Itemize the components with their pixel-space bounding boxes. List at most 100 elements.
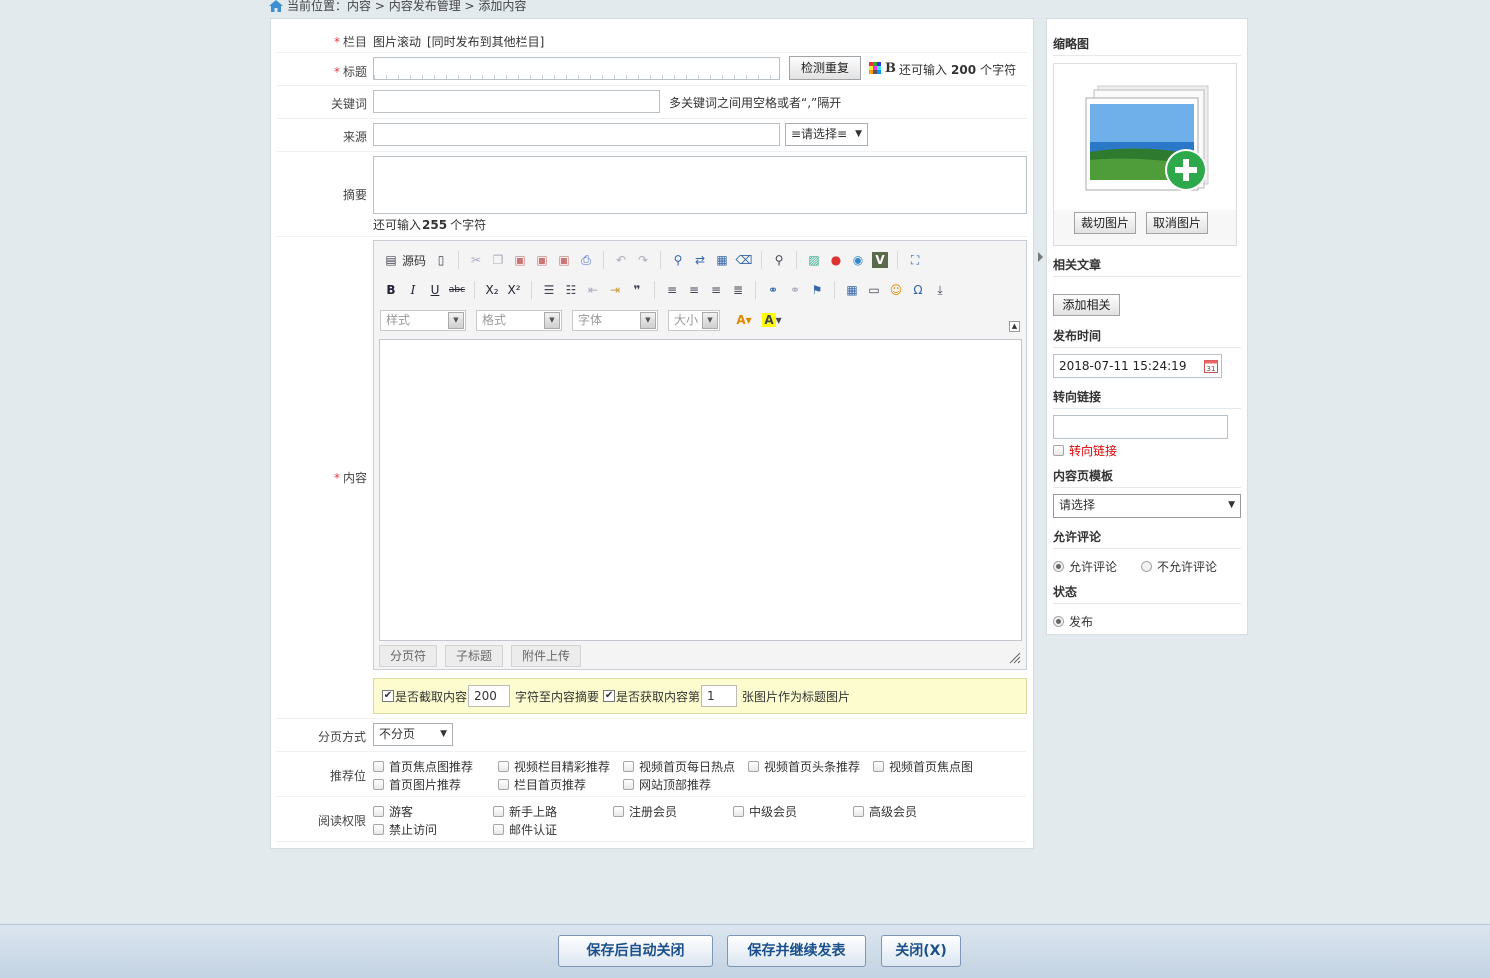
permission-checkbox[interactable]: 注册会员 bbox=[613, 803, 677, 820]
find-icon[interactable]: ⚲ bbox=[667, 249, 689, 271]
paging-select[interactable]: 不分页 ▼ bbox=[373, 723, 453, 746]
permission-checkbox[interactable]: 新手上路 bbox=[493, 803, 557, 820]
position-checkbox[interactable]: 网站顶部推荐 bbox=[623, 776, 711, 793]
cancel-image-button[interactable]: 取消图片 bbox=[1146, 212, 1208, 234]
source-code-icon[interactable]: ▤ bbox=[380, 249, 402, 271]
disallow-comment-radio[interactable]: 不允许评论 bbox=[1141, 558, 1217, 575]
page-break-icon[interactable]: ⤓ bbox=[929, 279, 951, 301]
position-checkbox[interactable]: 栏目首页推荐 bbox=[498, 776, 586, 793]
multi-category-link[interactable]: [同时发布到其他栏目] bbox=[427, 33, 544, 50]
source-input[interactable] bbox=[373, 123, 780, 146]
position-checkbox[interactable]: 首页焦点图推荐 bbox=[373, 758, 473, 775]
flash-icon[interactable]: ● bbox=[825, 249, 847, 271]
resize-handle-icon[interactable] bbox=[1009, 652, 1021, 664]
remove-format-icon[interactable]: ⌫ bbox=[733, 249, 755, 271]
cut-icon[interactable]: ✂ bbox=[465, 249, 487, 271]
unordered-list-icon[interactable]: ☷ bbox=[560, 279, 582, 301]
summary-textarea[interactable] bbox=[373, 156, 1027, 214]
save-continue-button[interactable]: 保存并继续发表 bbox=[727, 935, 866, 967]
media-icon[interactable]: ◉ bbox=[847, 249, 869, 271]
editor-tab-page-break[interactable]: 分页符 bbox=[379, 645, 437, 667]
permission-checkbox[interactable]: 游客 bbox=[373, 803, 413, 820]
link-icon[interactable]: ⚭ bbox=[762, 279, 784, 301]
table-icon[interactable]: ▦ bbox=[841, 279, 863, 301]
paste-text-icon[interactable]: ▣ bbox=[531, 249, 553, 271]
permission-checkbox[interactable]: 中级会员 bbox=[733, 803, 797, 820]
publish-time-input[interactable]: 2018-07-11 15:24:19 bbox=[1053, 354, 1222, 378]
font-size-combo[interactable]: 大小 ▼ bbox=[668, 309, 720, 331]
color-palette-icon[interactable] bbox=[869, 62, 881, 74]
select-all-icon[interactable]: ▦ bbox=[711, 249, 733, 271]
indent-icon[interactable]: ⇥ bbox=[604, 279, 626, 301]
source-code-button[interactable]: 源码 bbox=[402, 252, 426, 269]
paste-icon[interactable]: ▣ bbox=[509, 249, 531, 271]
ordered-list-icon[interactable]: ☰ bbox=[538, 279, 560, 301]
allow-comment-radio[interactable]: 允许评论 bbox=[1053, 558, 1117, 575]
cut-content-checkbox[interactable]: ✔ bbox=[382, 690, 394, 702]
align-left-icon[interactable]: ≡ bbox=[661, 279, 683, 301]
permission-checkbox[interactable]: 邮件认证 bbox=[493, 821, 557, 838]
video-icon[interactable]: V bbox=[872, 252, 889, 268]
crop-image-button[interactable]: 裁切图片 bbox=[1074, 212, 1136, 234]
document-icon[interactable]: ▯ bbox=[430, 249, 452, 271]
keywords-input[interactable] bbox=[373, 90, 660, 113]
text-color-icon[interactable]: A▾ bbox=[730, 309, 758, 331]
position-checkbox[interactable]: 视频首页头条推荐 bbox=[748, 758, 860, 775]
smiley-icon[interactable]: ☺ bbox=[885, 279, 907, 301]
thumbnail-preview[interactable] bbox=[1054, 64, 1236, 210]
redirect-checkbox[interactable]: 转向链接 bbox=[1053, 442, 1117, 459]
get-image-checkbox[interactable]: ✔ bbox=[603, 690, 616, 702]
unlink-icon[interactable]: ⚭ bbox=[784, 279, 806, 301]
special-char-icon[interactable]: Ω bbox=[907, 279, 929, 301]
replace-icon[interactable]: ⇄ bbox=[689, 249, 711, 271]
underline-icon[interactable]: U bbox=[424, 279, 446, 301]
position-checkbox[interactable]: 视频首页每日热点 bbox=[623, 758, 735, 775]
align-right-icon[interactable]: ≡ bbox=[705, 279, 727, 301]
permission-checkbox[interactable]: 禁止访问 bbox=[373, 821, 437, 838]
bold-toggle[interactable]: B bbox=[885, 61, 896, 76]
bold-icon[interactable]: B bbox=[380, 279, 402, 301]
superscript-icon[interactable]: X² bbox=[503, 279, 525, 301]
maximize-icon[interactable]: ⛶ bbox=[904, 249, 926, 271]
close-button[interactable]: 关闭(X) bbox=[881, 935, 961, 967]
strikethrough-icon[interactable]: abc bbox=[446, 279, 468, 301]
editor-tab-subtitle[interactable]: 子标题 bbox=[445, 645, 503, 667]
status-publish-radio[interactable]: 发布 bbox=[1053, 613, 1093, 630]
blockquote-icon[interactable]: ❞ bbox=[626, 279, 648, 301]
source-select[interactable]: ≡请选择≡ ▼ bbox=[785, 123, 868, 146]
outdent-icon[interactable]: ⇤ bbox=[582, 279, 604, 301]
align-center-icon[interactable]: ≡ bbox=[683, 279, 705, 301]
redo-icon[interactable]: ↷ bbox=[632, 249, 654, 271]
sidebar-toggle-icon[interactable] bbox=[1038, 252, 1043, 262]
add-related-button[interactable]: 添加相关 bbox=[1053, 294, 1120, 316]
title-input[interactable] bbox=[373, 57, 780, 80]
undo-icon[interactable]: ↶ bbox=[610, 249, 632, 271]
image-icon[interactable]: ▨ bbox=[803, 249, 825, 271]
subscript-icon[interactable]: X₂ bbox=[481, 279, 503, 301]
copy-icon[interactable]: ❐ bbox=[487, 249, 509, 271]
font-combo[interactable]: 字体 ▼ bbox=[572, 309, 658, 331]
position-checkbox[interactable]: 视频栏目精彩推荐 bbox=[498, 758, 610, 775]
cut-length-input[interactable]: 200 bbox=[468, 685, 511, 707]
image-index-input[interactable]: 1 bbox=[701, 685, 738, 707]
style-combo[interactable]: 样式 ▼ bbox=[380, 309, 466, 331]
editor-content-area[interactable] bbox=[379, 339, 1022, 641]
italic-icon[interactable]: I bbox=[402, 279, 424, 301]
template-select[interactable]: 请选择 ▼ bbox=[1053, 494, 1241, 518]
preview-icon[interactable]: ⚲ bbox=[768, 249, 790, 271]
align-justify-icon[interactable]: ≣ bbox=[727, 279, 749, 301]
format-combo[interactable]: 格式 ▼ bbox=[476, 309, 562, 331]
position-checkbox[interactable]: 视频首页焦点图 bbox=[873, 758, 973, 775]
background-color-icon[interactable]: A ▾ bbox=[758, 309, 786, 331]
anchor-flag-icon[interactable]: ⚑ bbox=[806, 279, 828, 301]
print-icon[interactable]: ⎙ bbox=[575, 249, 597, 271]
check-duplicate-button[interactable]: 检测重复 bbox=[789, 56, 861, 80]
position-checkbox[interactable]: 首页图片推荐 bbox=[373, 776, 461, 793]
paste-word-icon[interactable]: ▣ bbox=[553, 249, 575, 271]
redirect-url-input[interactable] bbox=[1053, 415, 1228, 439]
collapse-toolbar-icon[interactable]: ▲ bbox=[1009, 321, 1020, 332]
save-close-button[interactable]: 保存后自动关闭 bbox=[558, 935, 713, 967]
calendar-icon[interactable]: 31 bbox=[1204, 358, 1218, 373]
editor-tab-attachment[interactable]: 附件上传 bbox=[511, 645, 581, 667]
permission-checkbox[interactable]: 高级会员 bbox=[853, 803, 917, 820]
